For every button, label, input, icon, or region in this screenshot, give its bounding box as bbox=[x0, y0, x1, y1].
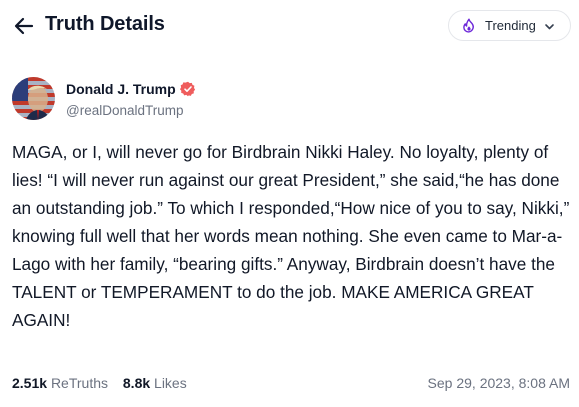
post-stats: 2.51k ReTruths 8.8k Likes bbox=[12, 375, 187, 391]
retruths-stat[interactable]: 2.51k ReTruths bbox=[12, 375, 108, 391]
likes-label: Likes bbox=[154, 375, 187, 391]
likes-count: 8.8k bbox=[122, 375, 151, 391]
arrow-left-icon bbox=[14, 17, 34, 35]
author-display-name[interactable]: Donald J. Trump bbox=[66, 81, 176, 97]
back-button[interactable] bbox=[12, 14, 36, 38]
likes-stat[interactable]: 8.8k Likes bbox=[123, 375, 187, 391]
feed-selector-dropdown[interactable]: Trending bbox=[448, 10, 571, 41]
page-header: Truth Details Trending bbox=[0, 0, 579, 54]
author-handle[interactable]: @realDonaldTrump bbox=[66, 103, 184, 118]
retruths-count: 2.51k bbox=[12, 375, 48, 391]
post-timestamp: Sep 29, 2023, 8:08 AM bbox=[427, 375, 570, 391]
post-text: MAGA, or I, will never go for Birdbrain … bbox=[12, 142, 570, 330]
retruths-label: ReTruths bbox=[50, 375, 108, 391]
chevron-down-icon bbox=[543, 20, 556, 33]
flame-icon bbox=[461, 18, 477, 34]
verified-badge-icon bbox=[180, 81, 196, 97]
page-title: Truth Details bbox=[45, 13, 165, 35]
feed-selector-label: Trending bbox=[485, 18, 536, 33]
avatar[interactable] bbox=[12, 77, 55, 120]
